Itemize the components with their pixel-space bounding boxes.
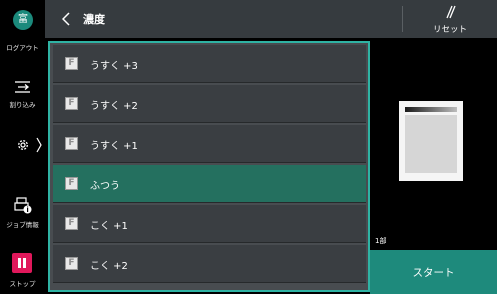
density-option-label: こく +2 xyxy=(90,261,128,272)
start-label: スタート xyxy=(412,267,455,279)
logout-icon: 富 xyxy=(13,10,33,30)
chevron-right-icon xyxy=(36,137,42,153)
job-info-label: ジョブ情報 xyxy=(6,221,39,229)
chevron-left-icon xyxy=(62,12,70,26)
density-icon: F xyxy=(65,177,78,190)
copies-count: 1部 xyxy=(375,237,387,245)
density-option-selected[interactable]: F ふつう xyxy=(53,165,366,203)
density-option[interactable]: F こく +1 xyxy=(53,205,366,243)
density-option[interactable]: F うすく +2 xyxy=(53,85,366,123)
preview-panel xyxy=(370,41,497,249)
job-info-button[interactable]: ジョブ情報 xyxy=(0,194,45,234)
density-option[interactable]: F こく +2 xyxy=(53,245,366,283)
reset-button[interactable]: リセット xyxy=(403,0,497,38)
density-icon: F xyxy=(65,57,78,70)
logout-label: ログアウト xyxy=(6,44,39,52)
stop-icon xyxy=(12,253,32,273)
density-gradient xyxy=(405,107,457,112)
density-option-label: こく +1 xyxy=(90,221,128,232)
left-rail: 富 ログアウト 割り込み ジョブ情報 ストップ xyxy=(0,0,45,294)
page-preview xyxy=(399,101,463,181)
job-info-icon xyxy=(14,197,32,214)
settings-button[interactable] xyxy=(0,132,45,158)
interrupt-label: 割り込み xyxy=(9,101,36,109)
stop-button[interactable]: ストップ xyxy=(0,248,45,294)
density-option-label: うすく +1 xyxy=(90,141,138,152)
page-title: 濃度 xyxy=(83,13,105,26)
density-icon: F xyxy=(65,137,78,150)
density-list: F うすく +3 F うすく +2 F うすく +1 F ふつう F こく +1… xyxy=(48,41,370,292)
stop-label: ストップ xyxy=(9,280,36,288)
density-option-label: うすく +3 xyxy=(90,61,138,72)
density-option-label: うすく +2 xyxy=(90,101,138,112)
back-button[interactable] xyxy=(45,0,79,38)
density-option-label: ふつう xyxy=(90,181,120,192)
density-option[interactable]: F うすく +3 xyxy=(53,45,366,83)
header-bar: 濃度 リセット xyxy=(45,0,497,38)
density-option[interactable]: F うすく +1 xyxy=(53,125,366,163)
logout-button[interactable]: 富 ログアウト xyxy=(0,0,45,58)
gear-icon xyxy=(18,140,28,150)
reset-icon xyxy=(446,5,456,19)
reset-label: リセット xyxy=(432,25,467,35)
interrupt-icon xyxy=(15,81,30,93)
density-icon: F xyxy=(65,97,78,110)
start-button[interactable]: スタート xyxy=(370,250,497,294)
density-icon: F xyxy=(65,257,78,270)
page-content-area xyxy=(405,115,457,173)
interrupt-button[interactable]: 割り込み xyxy=(0,74,45,118)
density-icon: F xyxy=(65,217,78,230)
